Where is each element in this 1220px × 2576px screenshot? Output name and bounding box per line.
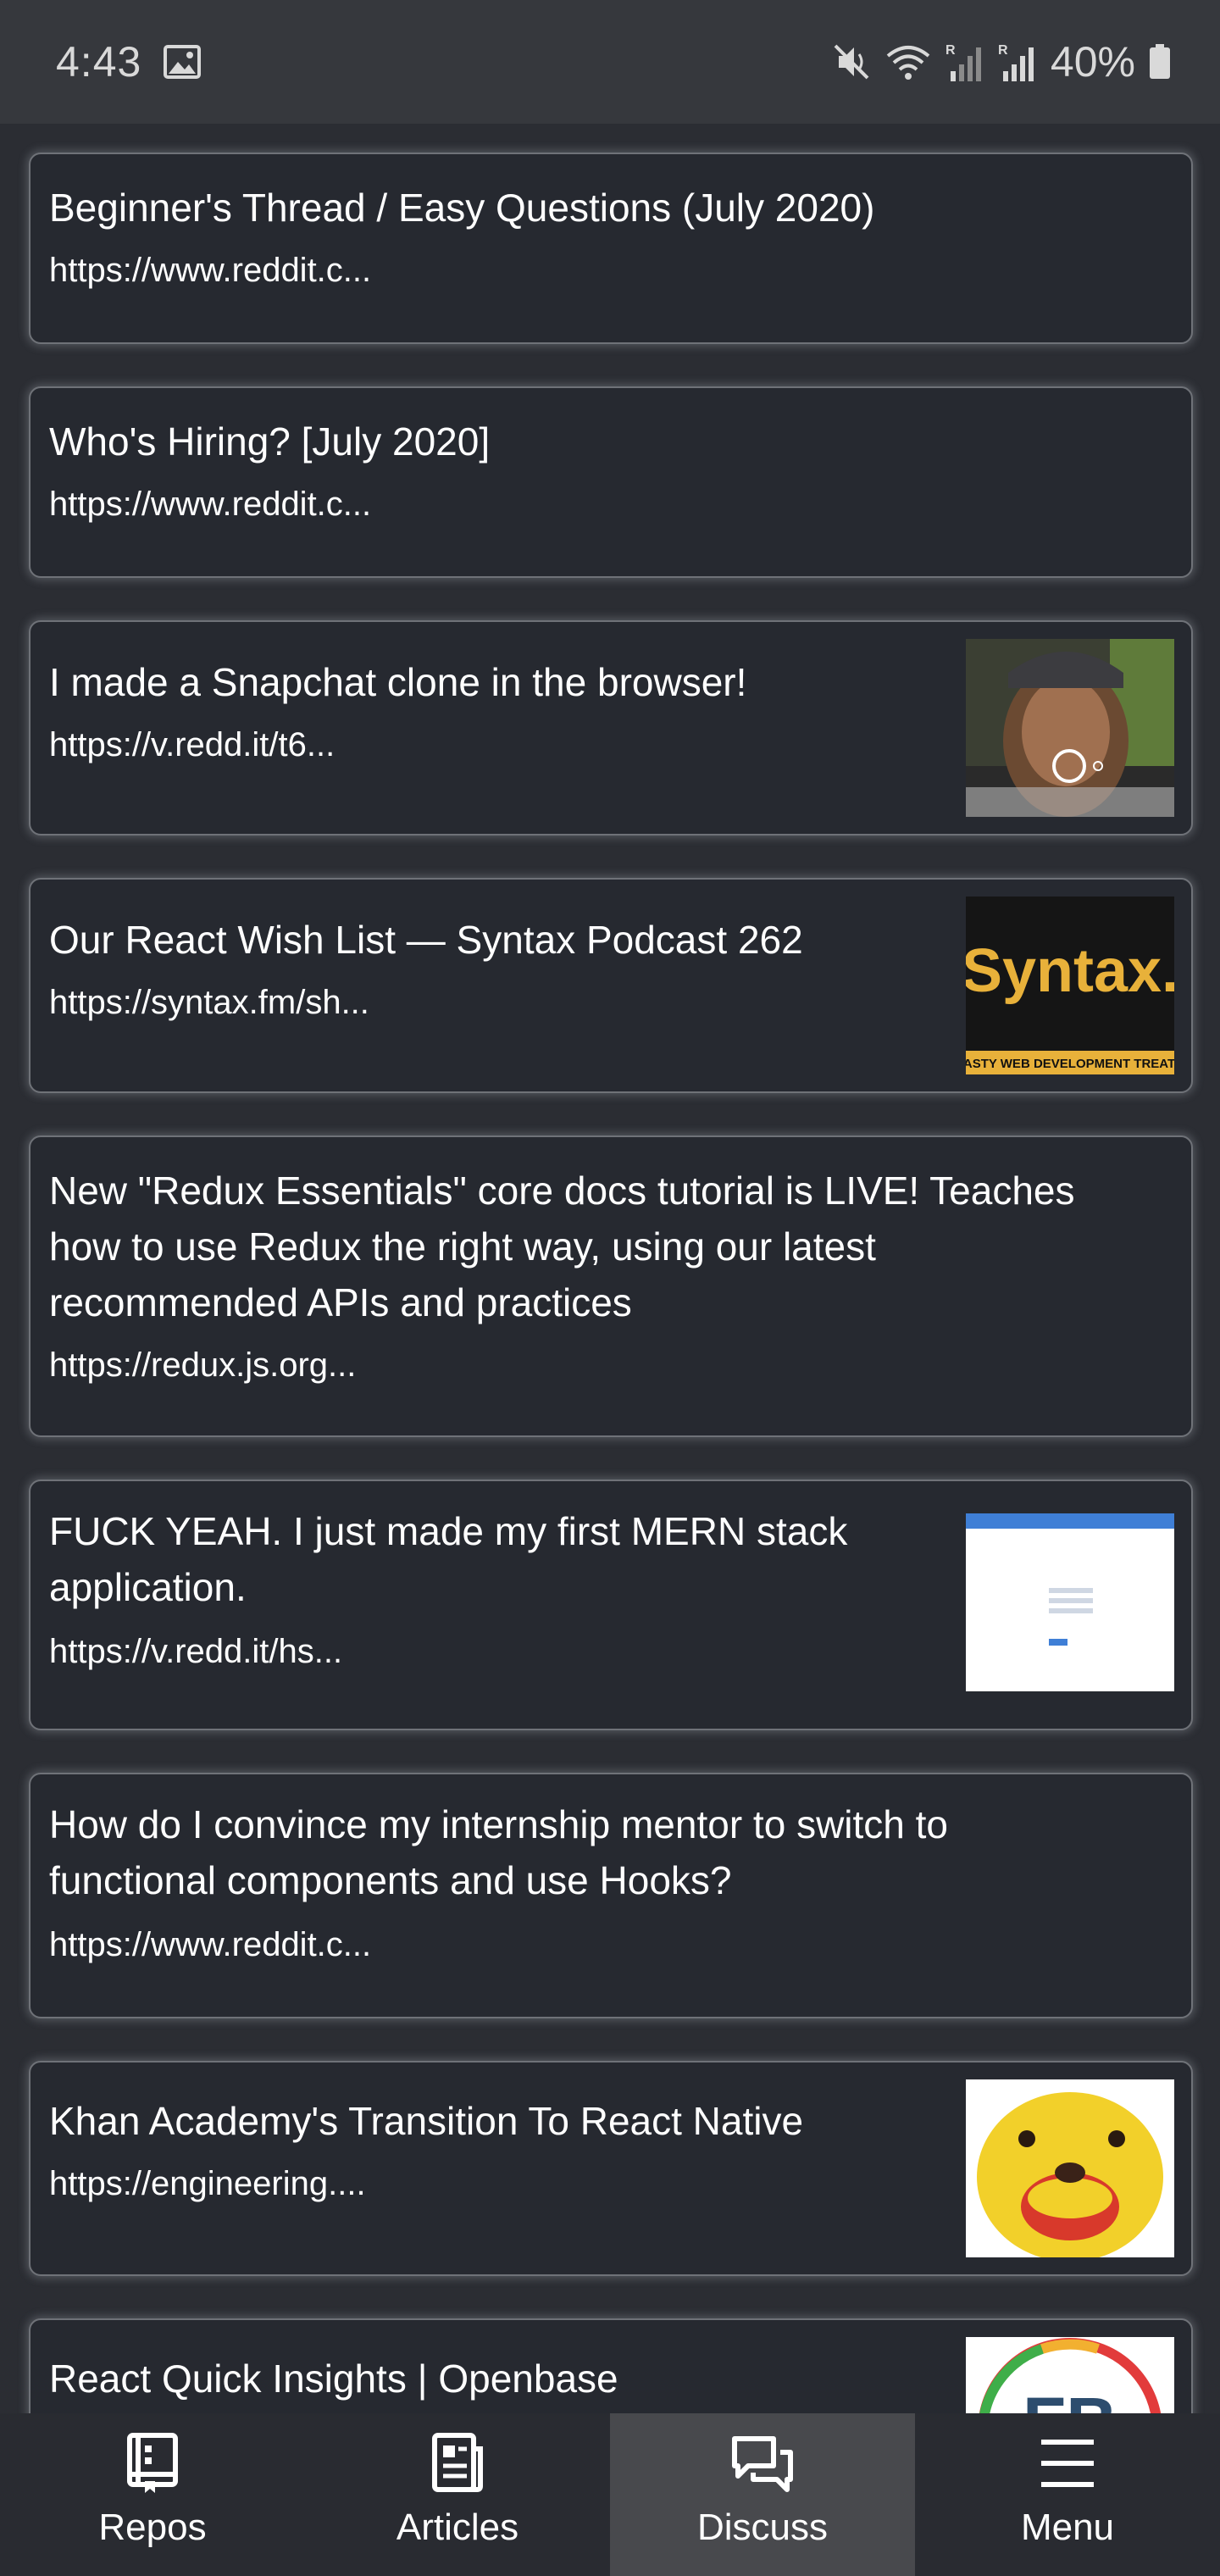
post-title-line: functional components and use Hooks? [49,1858,732,1902]
wifi-icon [884,42,932,81]
nav-label: Menu [1020,2507,1115,2548]
discuss-feed[interactable]: Beginner's Thread / Easy Questions (July… [0,124,1220,2413]
snapchat-clone-thumbnail-image [966,639,1174,817]
post-title[interactable]: FUCK YEAH. I just made my first MERN sta… [49,1503,947,1615]
post-title-line: New "Redux Essentials" core docs tutoria… [49,1169,1075,1213]
status-left: 4:43 [56,37,202,86]
post-title[interactable]: New "Redux Essentials" core docs tutoria… [49,1163,1075,1330]
nav-label: Repos [98,2507,207,2548]
post-card[interactable]: Our React Wish List — Syntax Podcast 262… [29,878,1193,1093]
post-title[interactable]: Khan Academy's Transition To React Nativ… [49,2093,803,2149]
battery-percent: 40% [1050,38,1135,86]
battery-icon [1149,44,1171,80]
signal-r-icon: R [946,41,984,83]
post-card[interactable]: New "Redux Essentials" core docs tutoria… [29,1135,1193,1437]
bottom-nav: Repos Articles Discuss Menu [0,2413,1220,2576]
syntax-thumbnail-text: Syntax. [966,937,1174,1005]
post-url[interactable]: https://engineering.... [49,2162,366,2205]
openbase-thumbnail-image: FB [966,2337,1174,2413]
post-thumbnail[interactable]: FB [966,2337,1174,2413]
nav-repos[interactable]: Repos [0,2413,305,2576]
status-time: 4:43 [56,38,142,86]
khan-academy-thumbnail-image [966,2079,1174,2257]
articles-icon [430,2432,485,2495]
menu-icon [1036,2432,1099,2495]
syntax-logo-thumbnail: Syntax. TASTY WEB DEVELOPMENT TREATS [966,897,1174,1074]
post-url[interactable]: https://www.reddit.c... [49,1924,371,1966]
openbase-thumbnail-text: FB [1023,2383,1117,2413]
post-card[interactable]: Beginner's Thread / Easy Questions (July… [29,153,1193,344]
post-card[interactable]: React Quick Insights | Openbase FB [29,2318,1193,2413]
post-title[interactable]: React Quick Insights | Openbase [49,2351,618,2407]
gallery-notification-icon [164,45,202,79]
post-url[interactable]: https://syntax.fm/sh... [49,981,369,1024]
post-thumbnail[interactable] [966,1513,1174,1691]
post-card[interactable]: Who's Hiring? [July 2020] https://www.re… [29,386,1193,578]
post-title[interactable]: Beginner's Thread / Easy Questions (July… [49,180,874,236]
post-card[interactable]: I made a Snapchat clone in the browser! … [29,620,1193,836]
post-thumbnail[interactable] [966,2079,1174,2257]
post-card[interactable]: Khan Academy's Transition To React Nativ… [29,2061,1193,2276]
post-card[interactable]: How do I convince my internship mentor t… [29,1773,1193,2018]
post-card[interactable]: FUCK YEAH. I just made my first MERN sta… [29,1480,1193,1730]
repo-icon [125,2432,180,2495]
discuss-icon [731,2432,794,2495]
nav-menu[interactable]: Menu [915,2413,1220,2576]
post-url[interactable]: https://v.redd.it/hs... [49,1630,342,1673]
post-title[interactable]: How do I convince my internship mentor t… [49,1796,948,1908]
mern-app-thumbnail-image [966,1513,1174,1691]
post-title[interactable]: Who's Hiring? [July 2020] [49,414,490,469]
mute-icon [832,42,871,81]
nav-discuss[interactable]: Discuss [610,2413,915,2576]
post-thumbnail[interactable]: Syntax. TASTY WEB DEVELOPMENT TREATS [966,897,1174,1074]
status-right: R R 40% [832,37,1171,86]
post-title-line: FUCK YEAH. I just made my first MERN sta… [49,1509,848,1553]
nav-label: Articles [396,2507,519,2548]
post-title[interactable]: I made a Snapchat clone in the browser! [49,654,746,710]
post-title-line: How do I convince my internship mentor t… [49,1802,949,1846]
post-title-line: application. [49,1565,247,1609]
post-title-line: recommended APIs and practices [49,1280,632,1324]
nav-label: Discuss [696,2507,829,2548]
syntax-thumbnail-subtext: TASTY WEB DEVELOPMENT TREATS [966,1057,1174,1071]
post-title-line: how to use Redux the right way, using ou… [49,1224,876,1269]
post-title[interactable]: Our React Wish List — Syntax Podcast 262 [49,912,803,968]
post-url[interactable]: https://redux.js.org... [49,1344,356,1386]
nav-articles[interactable]: Articles [305,2413,610,2576]
signal-r2-icon: R [998,41,1037,83]
post-url[interactable]: https://www.reddit.c... [49,249,371,291]
post-thumbnail[interactable] [966,639,1174,817]
status-bar: 4:43 R R 40% [0,0,1220,124]
svg-text:R: R [998,43,1008,58]
post-url[interactable]: https://v.redd.it/t6... [49,724,335,766]
post-url[interactable]: https://www.reddit.c... [49,483,371,525]
svg-text:R: R [946,43,956,58]
